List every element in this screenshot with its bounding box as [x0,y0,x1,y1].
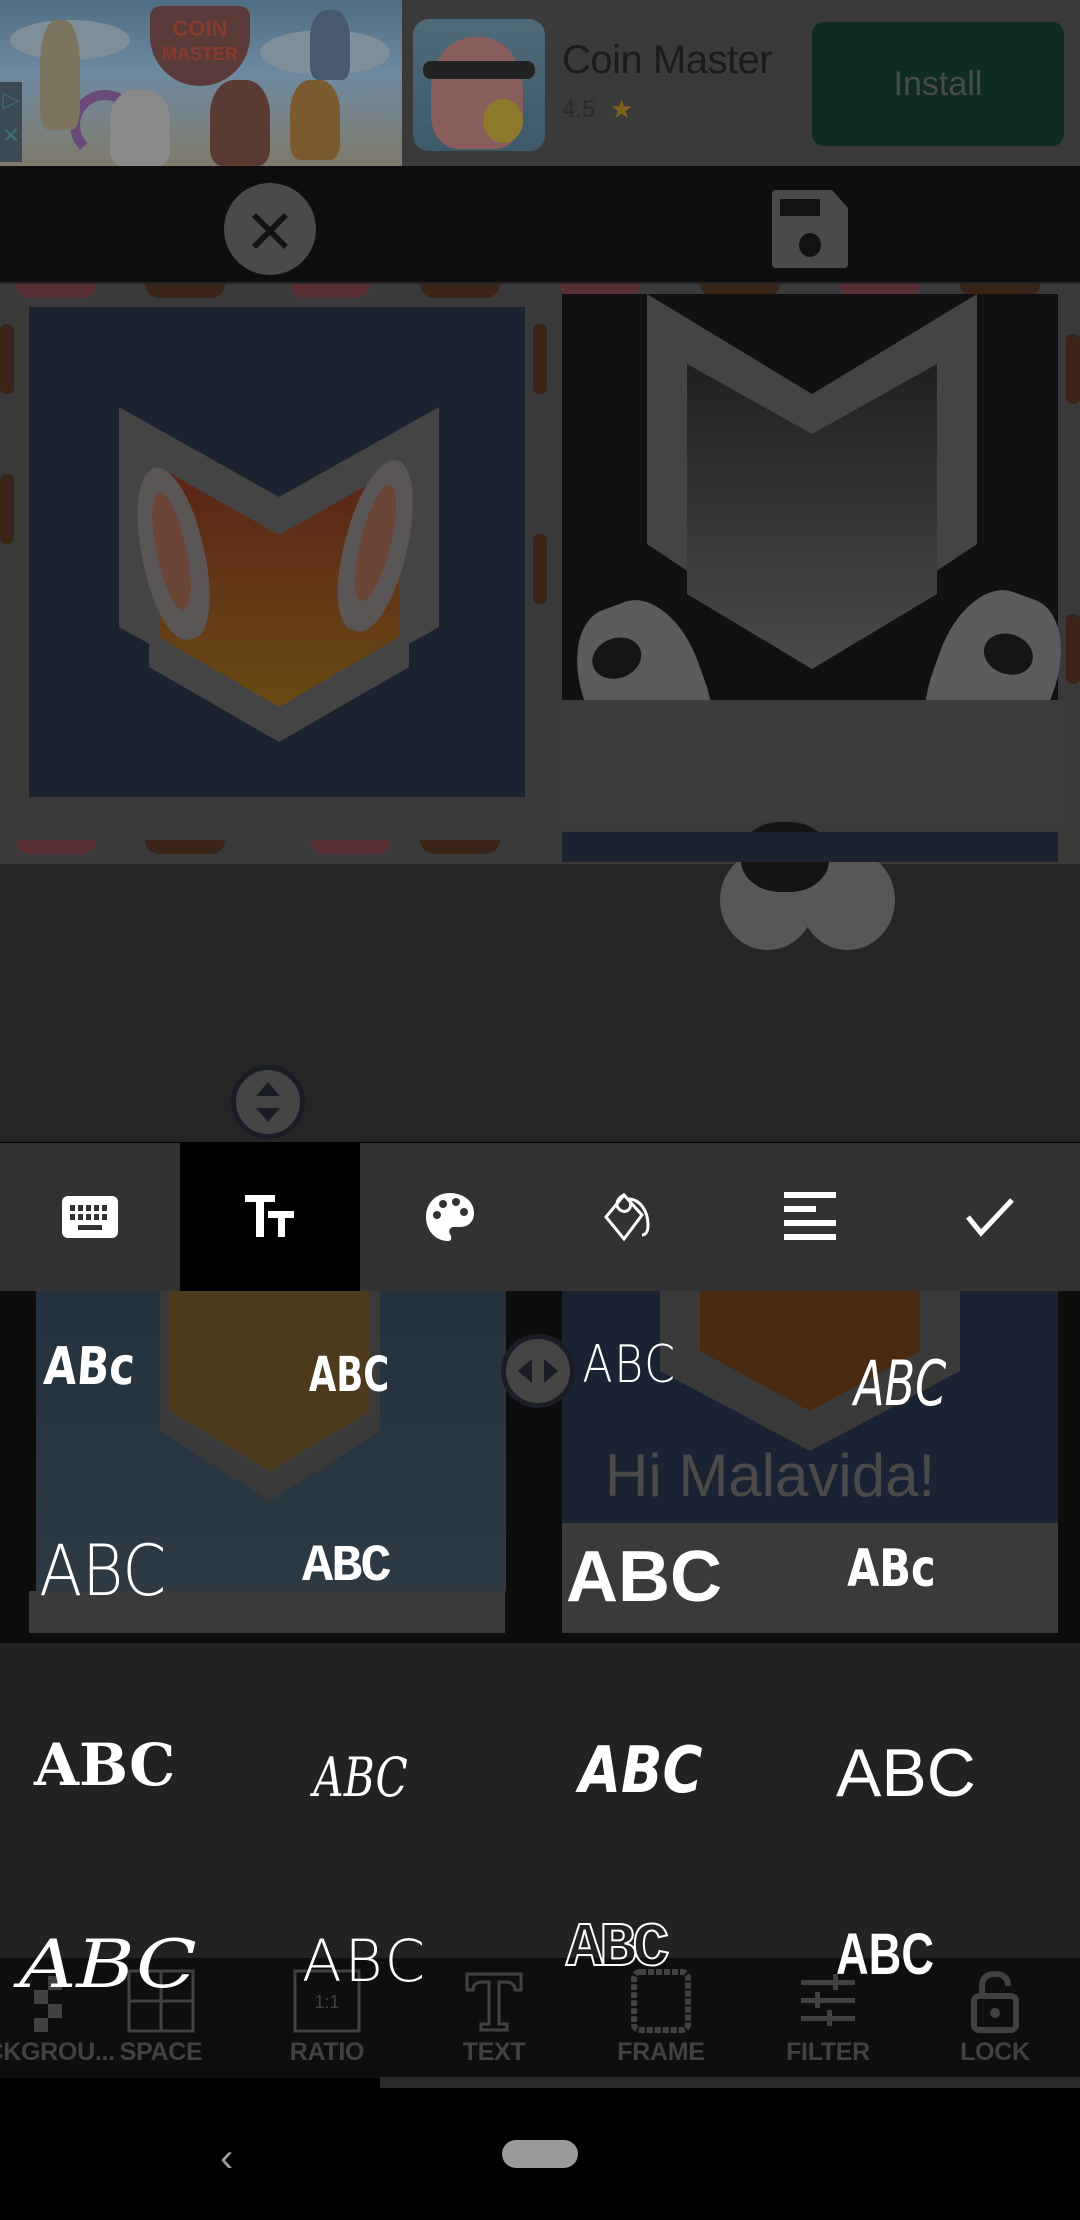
font-tab[interactable] [180,1143,360,1291]
malavida-logo [647,294,977,669]
font-option[interactable]: ABC [313,1751,407,1805]
collage-cell-2-empty[interactable] [562,700,1058,820]
coin-shape [483,99,523,143]
text-size-icon [245,1195,294,1237]
resize-handle-vertical[interactable] [231,1065,305,1139]
font-option[interactable]: ABC [309,1351,389,1399]
donut-pattern [533,534,547,604]
donut-pattern [1066,614,1080,684]
font-option[interactable]: ABC [836,1926,934,1984]
donut-pattern [16,840,96,854]
character-figure [290,80,340,160]
font-option[interactable]: ABC [39,1536,166,1606]
nav-label: TEXT [462,2038,526,2066]
font-option[interactable]: ABC [836,1739,976,1807]
unlock-icon [971,1970,1019,2033]
ad-hero-image[interactable]: COIN MASTER [0,0,402,166]
logo-text: MASTER [162,44,238,64]
character-figure [210,80,270,166]
ad-app-name[interactable]: Coin Master [562,38,773,83]
nav-item-lock[interactable]: LOCK [912,1958,1078,2078]
font-option[interactable]: ABC [582,1339,676,1391]
donut-pattern [0,324,14,394]
close-icon[interactable]: ✕ [0,118,22,154]
font-option[interactable]: ABC [34,1736,175,1794]
save-button[interactable] [772,190,848,268]
nav-item-text[interactable]: TEXT [411,1958,577,2078]
color-tab[interactable] [360,1143,540,1291]
back-chevron-icon[interactable]: ‹ [220,2136,233,2181]
floppy-disk-icon [772,190,848,268]
donut-pattern [290,284,370,298]
font-option[interactable]: ABc [847,1543,936,1595]
text-icon [465,1972,523,2032]
ad-banner[interactable]: COIN MASTER ▷ ✕ Coin Master 4.5 ★ Instal… [0,0,1080,166]
font-option[interactable]: ABC [302,1932,428,1990]
donut-pattern [310,840,390,854]
close-button[interactable] [224,183,316,275]
unicorn-figure [110,90,170,166]
resize-vertical-icon [256,1082,280,1122]
donut-pattern [0,474,14,544]
editor-top-bar [0,166,1080,282]
character-figure [40,20,80,130]
nav-label: SPACE [119,2038,203,2066]
logo-text: COIN [172,16,228,41]
adchoices-icon[interactable]: ▷ [0,82,22,118]
confirm-button[interactable] [900,1143,1080,1291]
collage-cell-1[interactable] [29,307,525,797]
nav-label: FILTER [786,2038,870,2066]
donut-pattern [145,284,225,298]
font-option[interactable]: ABC [565,1917,671,1981]
donut-pattern [16,284,96,298]
font-option[interactable]: ABC [579,1739,702,1803]
nav-label: FRAME [617,2038,705,2066]
align-left-icon [784,1192,836,1240]
font-option[interactable]: ABC [566,1541,722,1613]
font-option[interactable]: ABC [854,1353,946,1415]
background-fill-tab[interactable] [540,1143,720,1291]
mask-shape [423,61,535,79]
keyboard-icon [62,1196,118,1238]
character-figure [310,10,350,80]
nav-label: RATIO [289,2038,365,2066]
donut-pattern [420,840,500,854]
text-tools-bar [0,1143,1080,1291]
donut-pattern [533,324,547,394]
font-option[interactable]: ABC [302,1541,392,1593]
system-navigation-bar: ‹ [0,2088,1080,2220]
align-tab[interactable] [720,1143,900,1291]
font-option[interactable]: ABC [19,1932,196,1998]
app-icon[interactable] [413,19,545,151]
font-option[interactable]: ABc [42,1337,137,1397]
nav-scroll-indicator [380,2077,1080,2088]
keyboard-tab[interactable] [0,1143,180,1291]
resize-horizontal-icon [518,1359,558,1383]
paint-bucket-icon [604,1192,650,1242]
adchoices[interactable]: ▷ ✕ [0,82,22,162]
nav-label: LOCK [960,2038,1030,2066]
ad-rating: 4.5 [562,96,596,123]
star-icon: ★ [610,94,634,124]
resize-handle-horizontal[interactable] [501,1334,575,1408]
checkmark-icon [966,1198,1014,1237]
collage-cell-3[interactable] [562,832,1058,862]
donut-pattern [420,284,500,298]
install-button[interactable]: Install [812,22,1064,146]
donut-pattern [1066,334,1080,404]
close-circle-icon [252,213,288,249]
donut-pattern [145,840,225,854]
home-pill-icon[interactable] [502,2140,578,2168]
coin-master-logo: COIN MASTER [150,6,250,86]
palette-icon [426,1193,474,1241]
ratio-text: 1:1 [314,1992,339,2012]
